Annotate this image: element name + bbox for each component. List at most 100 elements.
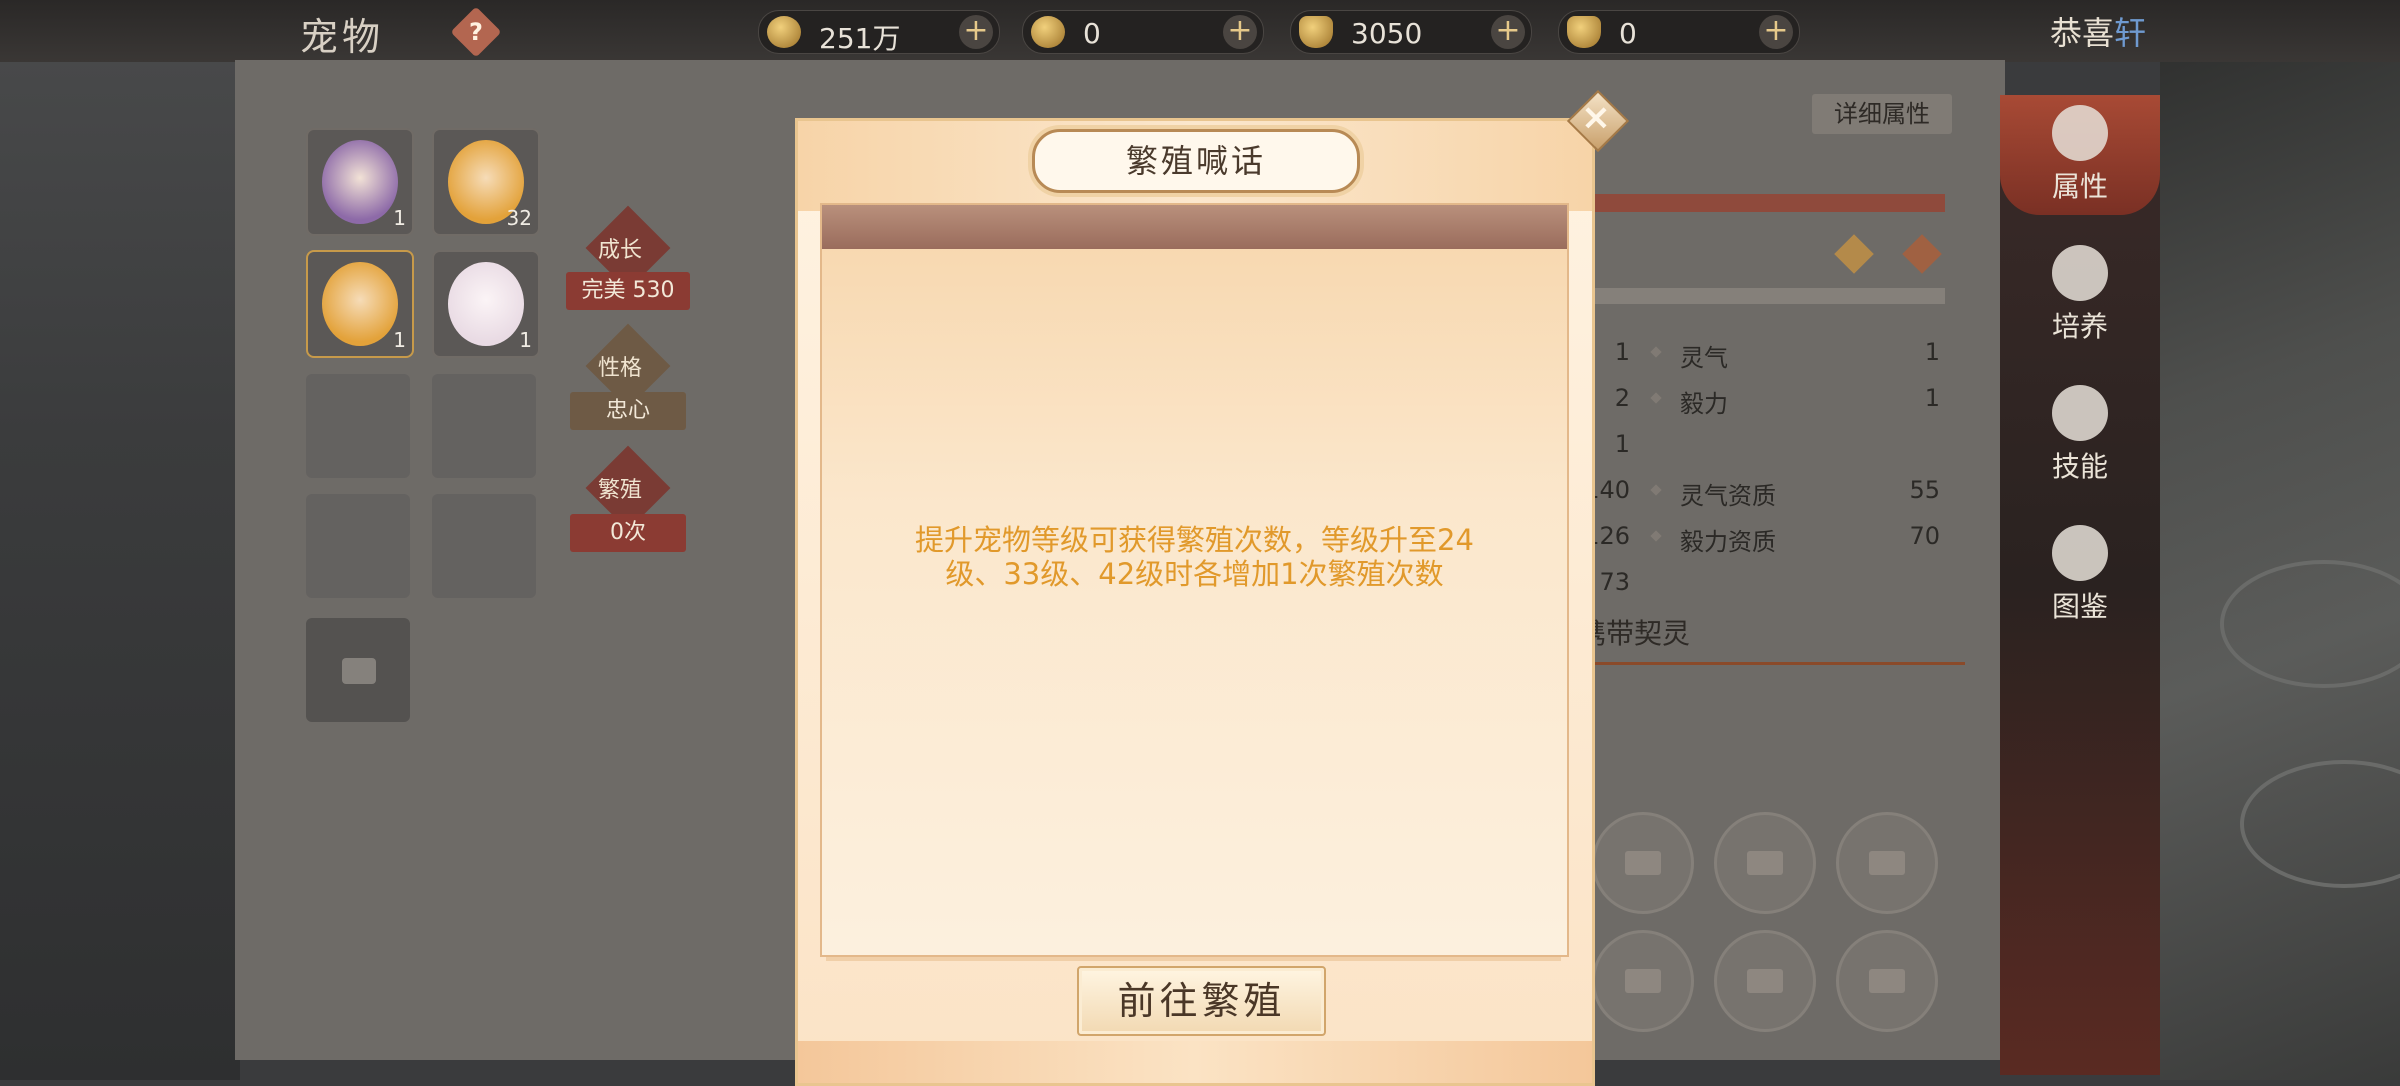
currency-copper: 251万 + bbox=[758, 10, 1000, 55]
stat-value: 70 bbox=[1909, 522, 1940, 550]
empty-pet-slot[interactable] bbox=[306, 374, 410, 478]
nav-tab-skills[interactable]: 技能 bbox=[2000, 375, 2160, 495]
add-copper-button[interactable]: + bbox=[959, 15, 993, 49]
pet-slot[interactable]: 1 bbox=[306, 128, 414, 236]
chest-icon bbox=[1625, 969, 1661, 993]
dialog-title-frame: 繁殖喊话 bbox=[1032, 129, 1360, 193]
breed-badge: 繁殖 bbox=[598, 478, 643, 503]
pet-avatar bbox=[448, 262, 524, 346]
add-gold-button[interactable]: + bbox=[1223, 15, 1257, 49]
nav-label: 图鉴 bbox=[2051, 590, 2108, 623]
currency-amount: 0 bbox=[1083, 17, 1101, 50]
section-divider bbox=[1585, 662, 1965, 665]
stat-name: 毅力资质 bbox=[1680, 528, 1776, 556]
currency-ingot: 3050 + bbox=[1290, 10, 1532, 54]
add-ingot-button[interactable]: + bbox=[1491, 15, 1525, 49]
pet-slot[interactable]: 1 bbox=[432, 250, 540, 358]
pet-level: 32 bbox=[506, 206, 532, 230]
close-icon: × bbox=[1580, 97, 1612, 138]
growth-badge: 成长 bbox=[598, 238, 643, 263]
currency-gold: 0 + bbox=[1022, 10, 1264, 54]
paw-icon bbox=[2052, 105, 2108, 161]
stat-name: 灵气资质 bbox=[1680, 482, 1776, 510]
stat-name: 灵气 bbox=[1680, 344, 1728, 372]
stat-value: 1 bbox=[1924, 384, 1940, 412]
bullet-icon bbox=[1650, 346, 1662, 358]
currency-amount: 0 bbox=[1619, 17, 1637, 50]
divider bbox=[826, 957, 1561, 961]
pet-slot-selected[interactable]: 1 bbox=[306, 250, 414, 358]
stat-value: 1 bbox=[1924, 338, 1940, 366]
spirit-slot[interactable] bbox=[1836, 930, 1938, 1032]
stat-row: 灵气资质 55 bbox=[1640, 470, 1940, 510]
pet-avatar bbox=[322, 140, 398, 224]
progress-bar bbox=[1585, 194, 1945, 212]
locked-pet-slot[interactable] bbox=[306, 618, 410, 722]
detail-attributes-button[interactable]: 详细属性 bbox=[1812, 94, 1952, 134]
right-nav: 属性 培养 技能 图鉴 bbox=[2000, 95, 2160, 1075]
nav-tab-attributes[interactable]: 属性 bbox=[2000, 95, 2160, 215]
chest-icon bbox=[342, 658, 376, 684]
pet-level: 1 bbox=[519, 328, 532, 352]
ingot-icon bbox=[1299, 16, 1333, 48]
dialog-title: 繁殖喊话 bbox=[1125, 142, 1266, 180]
close-button[interactable]: × bbox=[1566, 89, 1630, 153]
chest-icon bbox=[1747, 969, 1783, 993]
content-header-bar bbox=[822, 205, 1567, 249]
spirit-slot[interactable] bbox=[1592, 812, 1694, 914]
scene-ring bbox=[2240, 760, 2400, 888]
nature-value: 忠心 bbox=[570, 392, 686, 430]
nav-label: 培养 bbox=[2051, 310, 2108, 343]
stat-row: 灵气 1 bbox=[1640, 332, 1940, 372]
nature-badge: 性格 bbox=[598, 356, 643, 381]
dialog-message: 提升宠物等级可获得繁殖次数，等级升至24级、33级、42级时各增加1次繁殖次数 bbox=[915, 523, 1474, 591]
gold-ingot-icon bbox=[1567, 16, 1601, 48]
nav-label: 技能 bbox=[2051, 450, 2108, 483]
chest-icon bbox=[1625, 851, 1661, 875]
copper-coin-icon bbox=[767, 16, 801, 48]
spirit-slot[interactable] bbox=[1714, 930, 1816, 1032]
gold-coin-icon bbox=[1031, 16, 1065, 48]
greeting-label: 恭喜轩 bbox=[2050, 14, 2147, 52]
bullet-icon bbox=[1650, 392, 1662, 404]
dialog-footer-decoration bbox=[798, 1041, 1592, 1083]
growth-value: 完美 530 bbox=[566, 272, 690, 310]
nav-tab-codex[interactable]: 图鉴 bbox=[2000, 515, 2160, 635]
empty-pet-slot[interactable] bbox=[432, 374, 536, 478]
nav-label: 属性 bbox=[2051, 170, 2108, 203]
spirit-slot[interactable] bbox=[1714, 812, 1816, 914]
chest-icon bbox=[1747, 851, 1783, 875]
nav-tab-cultivate[interactable]: 培养 bbox=[2000, 235, 2160, 355]
scroll-icon bbox=[2052, 385, 2108, 441]
divider bbox=[1585, 288, 1945, 304]
stat-value: 55 bbox=[1909, 476, 1940, 504]
pet-level: 1 bbox=[393, 328, 406, 352]
scene-ring bbox=[2220, 560, 2400, 688]
stat-row: 毅力 1 bbox=[1640, 378, 1940, 418]
background-right bbox=[2160, 0, 2400, 1080]
spirit-slot[interactable] bbox=[1836, 812, 1938, 914]
stat-name: 毅力 bbox=[1680, 390, 1728, 418]
help-button[interactable]: ? bbox=[450, 6, 502, 58]
breed-count: 0次 bbox=[570, 514, 686, 552]
pet-avatar bbox=[322, 262, 398, 346]
currency-amount: 3050 bbox=[1351, 17, 1423, 50]
add-gold-ingot-button[interactable]: + bbox=[1759, 15, 1793, 49]
chest-icon bbox=[1869, 851, 1905, 875]
cultivate-icon bbox=[2052, 245, 2108, 301]
pet-level: 1 bbox=[393, 206, 406, 230]
currency-amount: 251万 bbox=[819, 22, 901, 55]
breeding-dialog: 繁殖喊话 × 提升宠物等级可获得繁殖次数，等级升至24级、33级、42级时各增加… bbox=[795, 89, 1630, 1086]
pet-slot[interactable]: 32 bbox=[432, 128, 540, 236]
bullet-icon bbox=[1650, 484, 1662, 496]
chest-icon bbox=[1869, 969, 1905, 993]
question-icon: ? bbox=[469, 18, 483, 46]
spirit-slot[interactable] bbox=[1592, 930, 1694, 1032]
book-icon bbox=[2052, 525, 2108, 581]
go-breed-button[interactable]: 前往繁殖 bbox=[1077, 966, 1326, 1036]
background-left bbox=[0, 0, 240, 1080]
empty-pet-slot[interactable] bbox=[432, 494, 536, 598]
empty-pet-slot[interactable] bbox=[306, 494, 410, 598]
dialog-content: 提升宠物等级可获得繁殖次数，等级升至24级、33级、42级时各增加1次繁殖次数 bbox=[820, 203, 1569, 957]
page-title: 宠物 bbox=[300, 15, 385, 59]
